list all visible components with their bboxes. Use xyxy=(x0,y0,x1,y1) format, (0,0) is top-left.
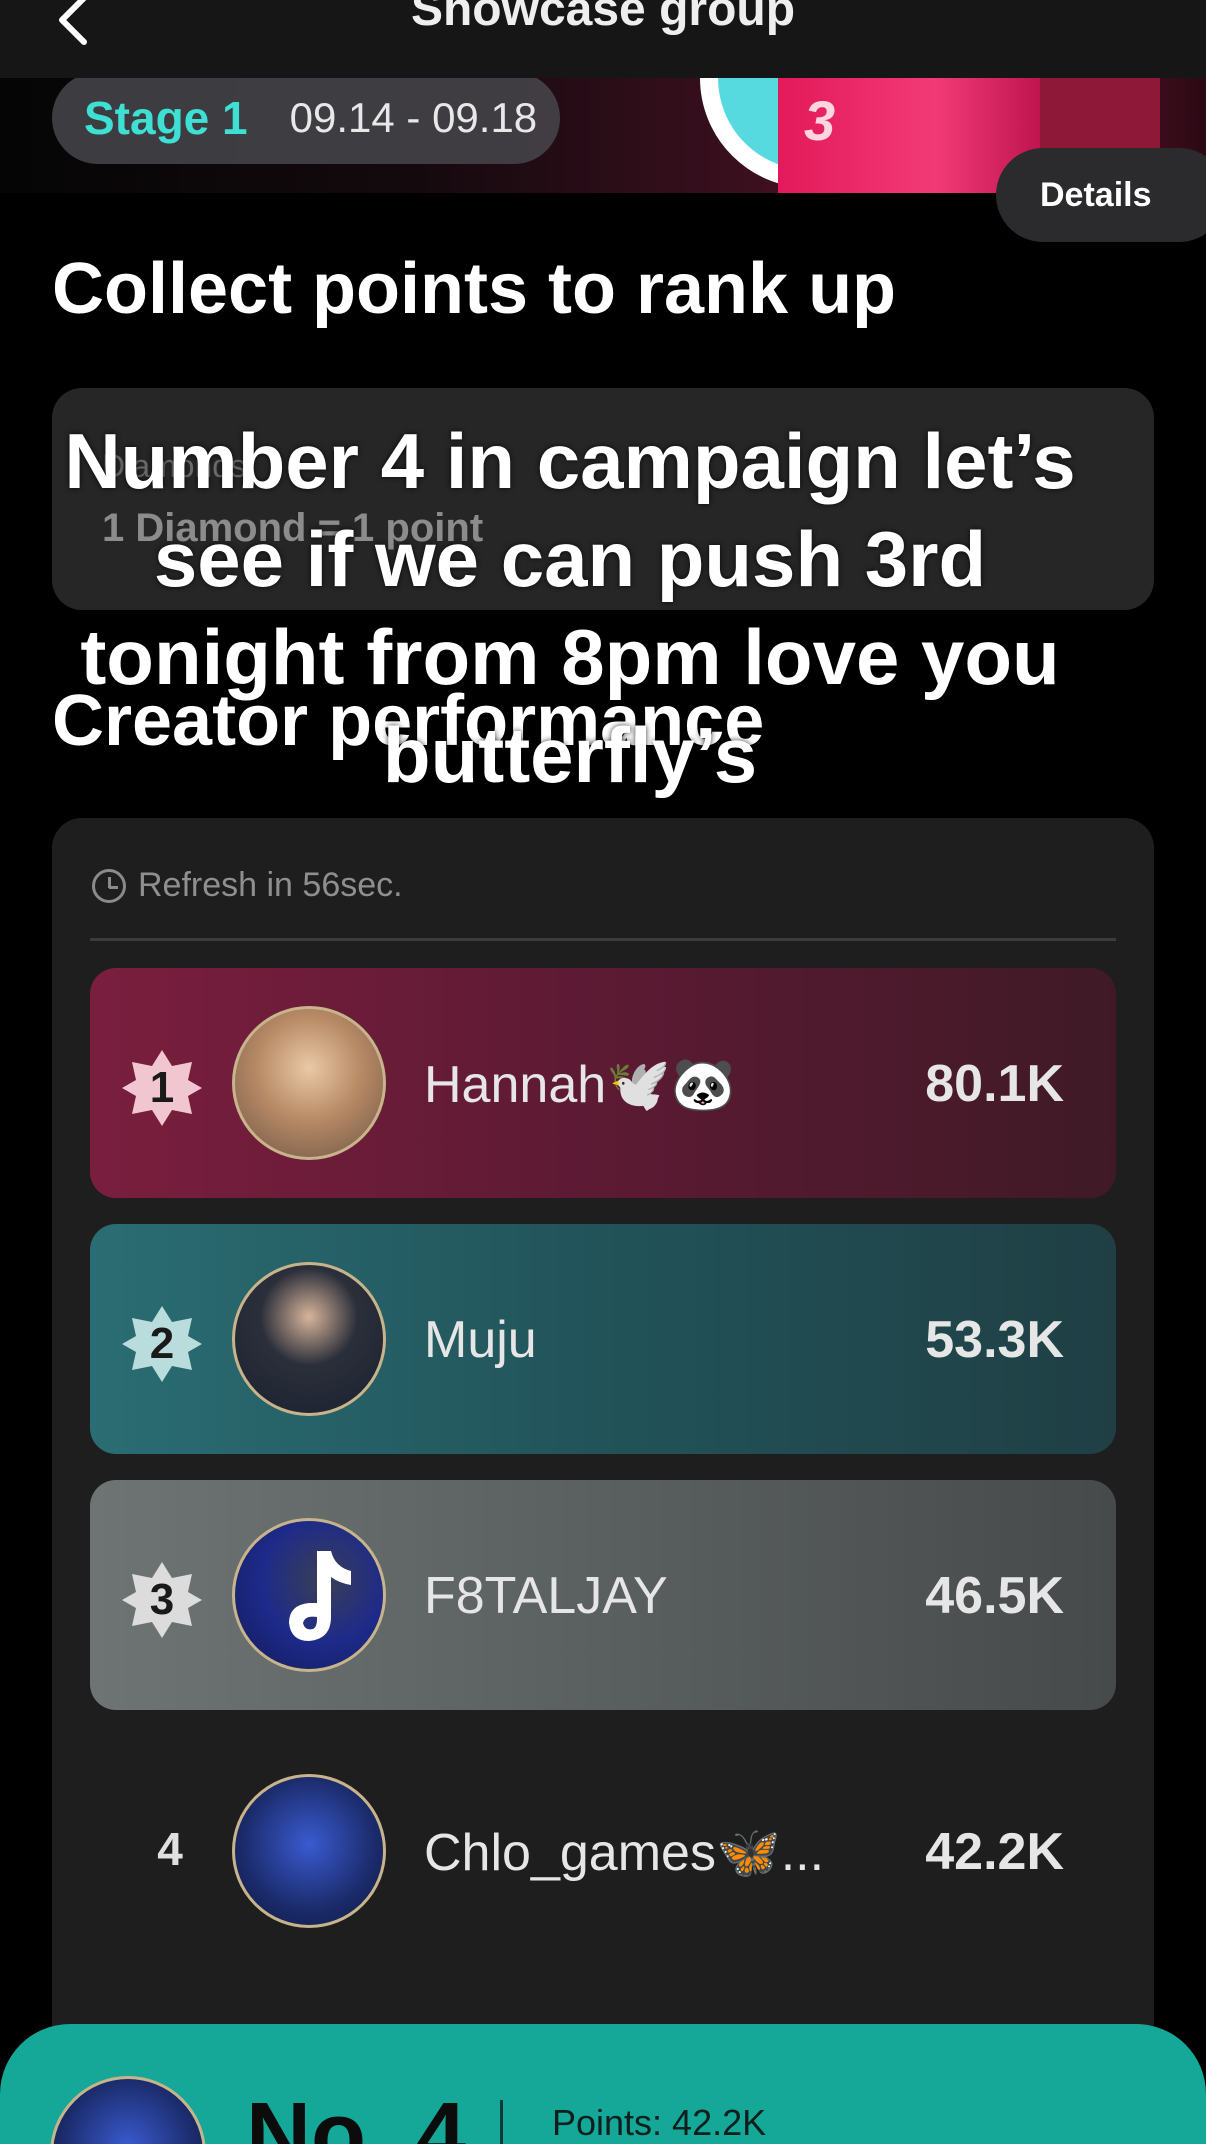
rank-number: 2 xyxy=(149,1319,175,1368)
music-note-icon xyxy=(289,1551,351,1641)
leaderboard-row[interactable]: 1 Hannah🕊️🐼 80.1K xyxy=(90,968,1116,1198)
leaderboard-row[interactable]: 2 Muju 53.3K xyxy=(90,1224,1116,1454)
page-title: Showcase group xyxy=(410,0,796,36)
avatar[interactable] xyxy=(232,1518,386,1672)
creator-name[interactable]: Muju xyxy=(424,1310,537,1370)
my-points: Points: 42.2K xyxy=(552,2102,767,2143)
stage-dates: 09.14 - 09.18 xyxy=(289,94,538,141)
creator-name[interactable]: Hannah🕊️🐼 xyxy=(424,1054,736,1115)
refresh-text: Refresh in 56sec. xyxy=(138,866,403,904)
creator-performance-card: Refresh in 56sec. 1 Hannah🕊️🐼 80.1K 2 Mu… xyxy=(52,818,1154,2058)
leaderboard-row[interactable]: 4 Chlo_games🦋... 42.2K xyxy=(90,1736,1116,1966)
banner-decoration-number: 3 xyxy=(804,89,836,152)
creator-points: 42.2K xyxy=(925,1823,1064,1881)
leaderboard-row[interactable]: 3 F8TALJAY 46.5K xyxy=(90,1480,1116,1710)
rank-number: 3 xyxy=(149,1575,175,1624)
creator-points: 53.3K xyxy=(925,1311,1064,1369)
creator-points: 46.5K xyxy=(925,1567,1064,1625)
overlay-caption-text: Number 4 in campaign let’s see if we can… xyxy=(64,417,1076,799)
creator-points: 80.1K xyxy=(925,1055,1064,1113)
rank-badge: 1 xyxy=(122,1048,202,1128)
stage-pill: Stage 1 09.14 - 09.18 xyxy=(52,78,560,164)
creator-name[interactable]: Chlo_games🦋... xyxy=(424,1822,824,1883)
top-nav-bar: Showcase group xyxy=(0,0,1206,78)
clock-icon xyxy=(92,868,126,903)
my-rank-bar[interactable]: No. 4 Points: 42.2K xyxy=(0,2024,1206,2144)
stage-label: Stage 1 xyxy=(84,92,248,144)
divider xyxy=(500,2100,503,2144)
rank-badge: 3 xyxy=(122,1560,202,1640)
avatar[interactable] xyxy=(232,1262,386,1416)
section-title-rank-up: Collect points to rank up xyxy=(52,249,897,329)
avatar[interactable] xyxy=(232,1006,386,1160)
creator-name[interactable]: F8TALJAY xyxy=(424,1566,668,1626)
divider xyxy=(90,938,1116,941)
avatar[interactable] xyxy=(232,1774,386,1928)
rank-number: 4 xyxy=(157,1823,183,1875)
rank-badge: 2 xyxy=(122,1304,202,1384)
my-rank: No. 4 xyxy=(246,2085,467,2144)
refresh-status: Refresh in 56sec. xyxy=(92,866,403,905)
details-button[interactable]: Details xyxy=(996,148,1206,242)
my-avatar xyxy=(50,2076,206,2144)
rank-number: 1 xyxy=(149,1063,175,1112)
